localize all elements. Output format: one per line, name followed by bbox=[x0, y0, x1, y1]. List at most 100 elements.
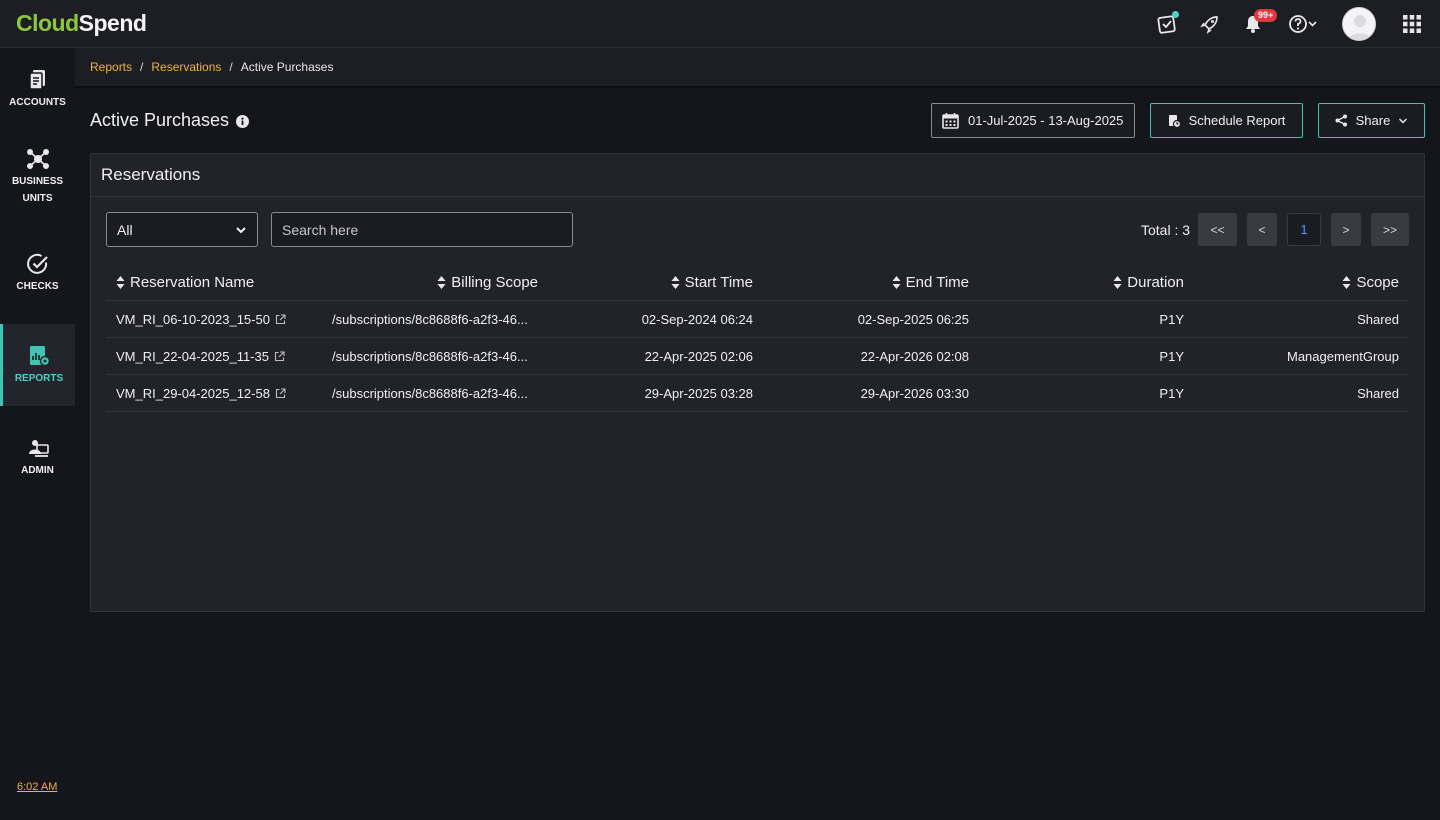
duration-cell: P1Y bbox=[1159, 385, 1184, 401]
column-header-label: End Time bbox=[905, 274, 969, 291]
column-header-duration[interactable]: Duration bbox=[1113, 265, 1184, 300]
duration-cell: P1Y bbox=[1159, 348, 1184, 364]
sidebar-item-admin[interactable]: ADMIN bbox=[0, 416, 75, 498]
reservation-name: VM_RI_06-10-2023_15-50 bbox=[116, 311, 270, 327]
column-header-start-time[interactable]: Start Time bbox=[671, 265, 753, 300]
sort-icon bbox=[892, 276, 901, 289]
schedule-report-label: Schedule Report bbox=[1188, 113, 1286, 128]
share-icon bbox=[1335, 114, 1347, 127]
column-header-billing-scope[interactable]: Billing Scope bbox=[437, 265, 538, 300]
column-header-label: Scope bbox=[1356, 274, 1399, 291]
breadcrumb-separator: / bbox=[140, 60, 144, 74]
column-header-label: Duration bbox=[1127, 274, 1184, 291]
filter-select[interactable]: All bbox=[106, 212, 258, 247]
last-page-button[interactable]: >> bbox=[1371, 213, 1409, 246]
sidebar-item-label-line1: BUSINESS bbox=[11, 176, 64, 187]
scope-cell: Shared bbox=[1357, 385, 1399, 401]
sidebar: ACCOUNTS BUSINESS UNITS CHECKS REPORTS A… bbox=[0, 48, 75, 820]
rocket-icon[interactable] bbox=[1198, 12, 1222, 36]
billing-scope-cell: /subscriptions/8c8688f6-a2f3-46... bbox=[332, 348, 528, 364]
share-label: Share bbox=[1355, 113, 1391, 128]
column-header-label: Reservation Name bbox=[130, 274, 255, 291]
column-header-label: Billing Scope bbox=[451, 274, 538, 291]
column-header-scope[interactable]: Scope bbox=[1342, 265, 1399, 300]
date-range-label: 01-Jul-2025 - 13-Aug-2025 bbox=[968, 113, 1124, 128]
chevron-down-icon bbox=[236, 226, 246, 233]
info-icon[interactable] bbox=[236, 115, 249, 133]
external-link-icon bbox=[274, 350, 285, 361]
end-time-cell: 02-Sep-2025 06:25 bbox=[857, 311, 969, 327]
first-page-button[interactable]: << bbox=[1198, 213, 1237, 246]
end-time-cell: 29-Apr-2026 03:30 bbox=[860, 385, 969, 401]
sidebar-item-label: REPORTS bbox=[14, 372, 64, 384]
schedule-report-button[interactable]: Schedule Report bbox=[1150, 103, 1303, 138]
avatar[interactable] bbox=[1342, 7, 1376, 41]
schedule-icon bbox=[1168, 114, 1181, 128]
breadcrumb-current: Active Purchases bbox=[240, 60, 334, 74]
billing-scope-cell: /subscriptions/8c8688f6-a2f3-46... bbox=[332, 311, 528, 327]
reports-icon bbox=[30, 345, 51, 366]
breadcrumb-reservations[interactable]: Reservations bbox=[151, 60, 221, 74]
top-bar: CloudSpend 99+ bbox=[0, 0, 1440, 48]
table-row: VM_RI_29-04-2025_12-58 /subscriptions/8c… bbox=[106, 375, 1409, 412]
sidebar-item-label: CHECKS bbox=[16, 280, 59, 292]
sidebar-item-label: ACCOUNTS bbox=[9, 96, 66, 108]
column-header-reservation-name[interactable]: Reservation Name bbox=[116, 265, 254, 300]
reservations-table: Reservation Name Billing Scope Start Tim… bbox=[106, 265, 1409, 412]
sort-icon bbox=[437, 276, 446, 289]
reservations-panel: Reservations All Total : 3 << < 1 > >> R… bbox=[90, 153, 1425, 612]
sort-icon bbox=[671, 276, 680, 289]
sidebar-item-label: ADMIN bbox=[21, 464, 54, 476]
external-link-icon bbox=[275, 387, 286, 398]
help-icon[interactable] bbox=[1288, 12, 1320, 36]
calendar-icon bbox=[942, 113, 959, 129]
duration-cell: P1Y bbox=[1159, 311, 1184, 327]
sidebar-item-accounts[interactable]: ACCOUNTS bbox=[0, 48, 75, 130]
apps-grid-icon[interactable] bbox=[1400, 12, 1424, 36]
admin-icon bbox=[28, 439, 49, 457]
column-header-label: Start Time bbox=[684, 274, 753, 291]
reservation-name: VM_RI_22-04-2025_11-35 bbox=[116, 348, 269, 364]
table-row: VM_RI_22-04-2025_11-35 /subscriptions/8c… bbox=[106, 338, 1409, 375]
total-count: Total : 3 bbox=[1141, 222, 1191, 238]
checks-icon bbox=[26, 253, 48, 274]
reservation-name-link[interactable]: VM_RI_22-04-2025_11-35 bbox=[116, 338, 285, 374]
breadcrumb-separator: / bbox=[229, 60, 233, 74]
column-header-end-time[interactable]: End Time bbox=[892, 265, 969, 300]
sort-icon bbox=[1342, 276, 1351, 289]
logo-spend: Spend bbox=[78, 10, 147, 36]
filter-select-value: All bbox=[117, 221, 133, 238]
sort-icon bbox=[116, 276, 125, 289]
sidebar-item-business-units[interactable]: BUSINESS UNITS bbox=[0, 136, 75, 218]
next-page-button[interactable]: > bbox=[1331, 213, 1361, 246]
external-link-icon bbox=[275, 313, 286, 324]
page-title: Active Purchases bbox=[90, 110, 230, 130]
current-time[interactable]: 6:02 AM bbox=[17, 781, 57, 793]
panel-title: Reservations bbox=[91, 154, 1424, 197]
table-row: VM_RI_06-10-2023_15-50 /subscriptions/8c… bbox=[106, 301, 1409, 338]
sidebar-item-checks[interactable]: CHECKS bbox=[0, 232, 75, 314]
table-header: Reservation Name Billing Scope Start Tim… bbox=[106, 265, 1409, 301]
search-input[interactable] bbox=[271, 212, 573, 247]
logo-cloud: Cloud bbox=[16, 10, 79, 36]
start-time-cell: 02-Sep-2024 06:24 bbox=[641, 311, 753, 327]
share-button[interactable]: Share bbox=[1318, 103, 1425, 138]
sidebar-item-label-line2: UNITS bbox=[22, 193, 53, 204]
billing-scope-cell: /subscriptions/8c8688f6-a2f3-46... bbox=[332, 385, 528, 401]
date-range-picker[interactable]: 01-Jul-2025 - 13-Aug-2025 bbox=[931, 103, 1135, 138]
app-logo[interactable]: CloudSpend bbox=[16, 10, 147, 37]
scope-cell: Shared bbox=[1357, 311, 1399, 327]
chevron-down-icon bbox=[1399, 117, 1408, 124]
current-page[interactable]: 1 bbox=[1287, 213, 1321, 246]
reservation-name-link[interactable]: VM_RI_06-10-2023_15-50 bbox=[116, 301, 286, 337]
start-time-cell: 29-Apr-2025 03:28 bbox=[644, 385, 753, 401]
notification-badge: 99+ bbox=[1254, 9, 1278, 22]
business-units-icon bbox=[26, 149, 49, 169]
scope-cell: ManagementGroup bbox=[1286, 348, 1399, 364]
breadcrumb-reports[interactable]: Reports bbox=[90, 60, 132, 74]
reservation-name-link[interactable]: VM_RI_29-04-2025_12-58 bbox=[116, 375, 286, 411]
sidebar-item-reports[interactable]: REPORTS bbox=[0, 324, 75, 406]
status-dot bbox=[1172, 11, 1179, 18]
start-time-cell: 22-Apr-2025 02:06 bbox=[644, 348, 753, 364]
prev-page-button[interactable]: < bbox=[1247, 213, 1277, 246]
